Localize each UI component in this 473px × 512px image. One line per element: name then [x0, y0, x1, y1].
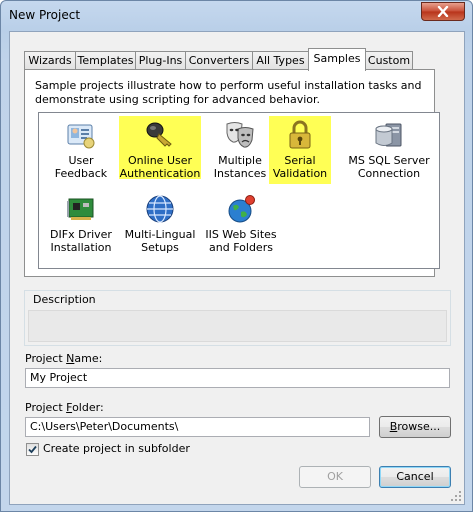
- window-title: New Project: [9, 8, 81, 22]
- new-project-window: New Project Wizards Templates Plug-Ins C…: [0, 0, 473, 512]
- globe-icon: [146, 195, 174, 223]
- sample-label: DIFx Driver Installation: [50, 228, 112, 254]
- ok-button[interactable]: OK: [299, 466, 371, 488]
- tab-templates[interactable]: Templates: [75, 51, 136, 70]
- sample-ms-sql-server-connection[interactable]: MS SQL Server Connection: [339, 118, 439, 180]
- label-text: Project: [25, 352, 67, 365]
- create-subfolder-checkbox[interactable]: [26, 443, 39, 456]
- checkmark-icon: [28, 445, 37, 454]
- sample-multiple-instances[interactable]: Multiple Instances: [200, 118, 280, 180]
- database-server-icon: [375, 123, 402, 147]
- close-button[interactable]: [421, 2, 465, 21]
- browse-button[interactable]: Browse...: [379, 416, 451, 438]
- sample-label: Online User Authentication: [119, 154, 201, 180]
- project-name-input[interactable]: My Project: [25, 368, 450, 388]
- sample-user-feedback[interactable]: User Feedback: [41, 118, 121, 180]
- tab-custom[interactable]: Custom: [365, 51, 413, 70]
- dialog-client: Wizards Templates Plug-Ins Converters Al…: [9, 31, 465, 505]
- resize-grip-icon[interactable]: [450, 490, 462, 502]
- web-globe-icon: [228, 195, 255, 223]
- project-folder-input[interactable]: C:\Users\Peter\Documents\: [25, 417, 370, 437]
- project-folder-label: Project Folder:: [25, 401, 104, 414]
- button-label: rowse...: [397, 420, 441, 433]
- samples-tab-panel: Sample projects illustrate how to perfor…: [24, 69, 440, 277]
- sample-label: User Feedback: [54, 154, 108, 180]
- description-group: Description: [24, 290, 451, 346]
- close-icon: [437, 6, 449, 17]
- label-text: ame:: [74, 352, 103, 365]
- tab-converters[interactable]: Converters: [185, 51, 253, 70]
- sample-label: MS SQL Server Connection: [348, 154, 430, 180]
- label-text: Project: [25, 401, 67, 414]
- cancel-button[interactable]: Cancel: [379, 466, 451, 488]
- user-card-icon: [67, 124, 95, 149]
- sample-online-user-authentication[interactable]: Online User Authentication: [119, 116, 201, 180]
- circuit-board-icon: [67, 198, 94, 220]
- description-label: Description: [33, 293, 96, 306]
- project-name-label: Project Name:: [25, 352, 102, 365]
- theater-masks-icon: [226, 122, 254, 148]
- sample-label: Multiple Instances: [213, 154, 267, 180]
- tab-plug-ins[interactable]: Plug-Ins: [135, 51, 186, 70]
- samples-description: Sample projects illustrate how to perfor…: [35, 79, 422, 106]
- tab-wizards[interactable]: Wizards: [24, 51, 76, 70]
- label-text: older:: [72, 401, 104, 414]
- key-icon: [146, 122, 172, 147]
- padlock-icon: [289, 120, 311, 149]
- sample-label: Multi-Lingual Setups: [124, 228, 196, 254]
- sample-label: IIS Web Sites and Folders: [205, 228, 277, 254]
- sample-label: Serial Validation: [272, 154, 328, 180]
- description-area: [28, 310, 447, 342]
- sample-serial-validation[interactable]: Serial Validation: [269, 116, 331, 184]
- tab-samples[interactable]: Samples: [308, 48, 366, 71]
- sample-iis-web-sites-and-folders[interactable]: IIS Web Sites and Folders: [195, 193, 287, 254]
- sample-multi-lingual-setups[interactable]: Multi-Lingual Setups: [119, 193, 201, 254]
- tab-all-types[interactable]: All Types: [252, 51, 309, 70]
- create-subfolder-label[interactable]: Create project in subfolder: [43, 442, 190, 455]
- sample-difx-driver-installation[interactable]: DIFx Driver Installation: [41, 193, 121, 254]
- samples-list[interactable]: User Feedback Online User Authentication: [38, 112, 440, 269]
- title-bar[interactable]: New Project: [1, 1, 472, 31]
